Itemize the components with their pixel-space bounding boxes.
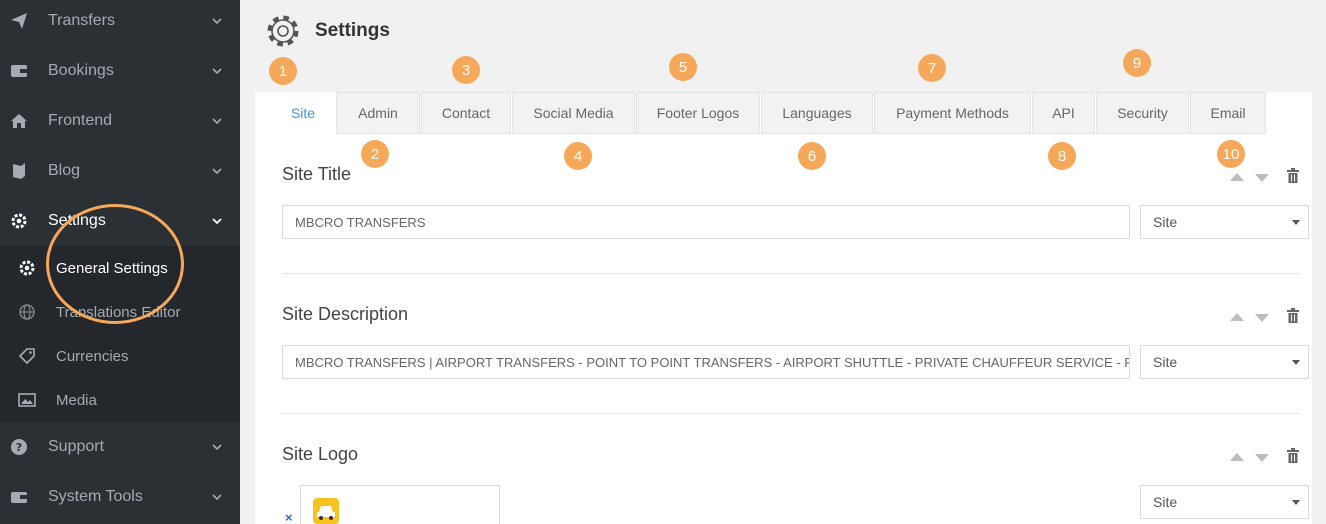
chevron-down-icon [212,444,222,451]
gear-icon [10,212,28,230]
gear-icon [267,15,299,47]
caret-down-icon [1292,220,1300,225]
page-title: Settings [315,20,390,41]
trash-icon[interactable] [1286,308,1300,323]
gear-icon [18,259,36,277]
sidebar-item-blog[interactable]: Blog [0,146,240,196]
sidebar-item-general-settings[interactable]: General Settings [0,246,240,290]
select-value: Site [1153,214,1178,230]
settings-submenu: General Settings Translations Editor Cur… [0,246,240,422]
move-down-icon[interactable] [1255,314,1269,322]
select-value: Site [1153,354,1178,370]
book-icon [10,162,28,180]
car-logo-icon [313,498,339,524]
sidebar-item-settings[interactable]: Settings [0,196,240,246]
chevron-down-icon [212,68,222,75]
svg-text:?: ? [16,441,22,454]
sidebar-item-currencies[interactable]: Currencies [0,334,240,378]
step-badge: 2 [361,140,389,168]
tab-footer-logos[interactable]: Footer Logos [636,92,760,134]
sidebar-item-label: Settings [48,212,106,229]
sidebar-item-translations-editor[interactable]: Translations Editor [0,290,240,334]
sidebar-item-media[interactable]: Media [0,378,240,422]
tab-site[interactable]: Site [271,92,335,134]
sidebar-item-label: Transfers [48,12,115,29]
sidebar-item-label: Translations Editor [56,303,181,321]
chevron-down-icon [212,494,222,501]
site-title-scope-select[interactable]: Site [1140,205,1309,239]
chevron-down-icon [212,18,222,25]
chevron-down-icon [212,218,222,225]
toolbox-icon [10,488,28,506]
divider [282,413,1300,414]
sidebar-item-transfers[interactable]: Transfers [0,0,240,46]
site-logo-scope-select[interactable]: Site [1140,485,1309,519]
tag-icon [18,347,36,365]
site-description-scope-select[interactable]: Site [1140,345,1309,379]
trash-icon[interactable] [1286,168,1300,183]
step-badge: 8 [1048,142,1076,170]
globe-icon [18,303,36,321]
step-badge: 7 [918,54,946,82]
caret-down-icon [1292,360,1300,365]
remove-logo-button[interactable]: × [285,510,293,524]
move-up-icon[interactable] [1230,453,1244,461]
step-badge: 1 [269,57,297,85]
settings-card [255,92,1312,524]
step-badge: 10 [1217,140,1245,168]
tab-admin[interactable]: Admin [336,92,420,134]
sidebar-item-frontend[interactable]: Frontend [0,96,240,146]
chevron-down-icon [212,168,222,175]
divider [282,273,1300,274]
tab-security[interactable]: Security [1096,92,1189,134]
step-badge: 3 [452,56,480,84]
step-badge: 6 [798,142,826,170]
select-value: Site [1153,494,1178,510]
sidebar-item-label: System Tools [48,488,143,505]
site-logo-label: Site Logo [282,444,359,464]
sidebar-item-label: Support [48,438,105,455]
site-description-input[interactable]: MBCRO TRANSFERS | AIRPORT TRANSFERS - PO… [282,345,1130,379]
home-icon [10,112,28,130]
sidebar: Transfers Bookings Frontend Blog Setting… [0,0,240,524]
step-badge: 9 [1123,49,1151,77]
tab-contact[interactable]: Contact [421,92,511,134]
move-up-icon[interactable] [1230,313,1244,321]
sidebar-item-label: General Settings [56,259,168,277]
tab-languages[interactable]: Languages [761,92,873,134]
tab-social-media[interactable]: Social Media [512,92,635,134]
step-badge: 4 [564,142,592,170]
tab-email[interactable]: Email [1190,92,1266,134]
trash-icon[interactable] [1286,448,1300,463]
site-title-input[interactable]: MBCRO TRANSFERS [282,205,1130,239]
step-badge: 5 [669,53,697,81]
move-down-icon[interactable] [1255,174,1269,182]
move-up-icon[interactable] [1230,173,1244,181]
sidebar-item-system-tools[interactable]: System Tools [0,472,240,522]
sidebar-item-label: Bookings [48,62,114,79]
tab-payment-methods[interactable]: Payment Methods [874,92,1031,134]
sidebar-item-bookings[interactable]: Bookings [0,46,240,96]
site-title-label: Site Title [282,164,352,184]
image-icon [18,391,36,409]
paper-plane-icon [10,12,28,30]
sidebar-item-label: Media [56,391,97,409]
sidebar-item-support[interactable]: ? Support [0,422,240,472]
tab-api[interactable]: API [1032,92,1095,134]
sidebar-item-label: Frontend [48,112,113,129]
sidebar-item-label: Currencies [56,347,129,365]
wallet-icon [10,62,28,80]
move-down-icon[interactable] [1255,454,1269,462]
question-icon: ? [10,438,28,456]
chevron-down-icon [212,118,222,125]
caret-down-icon [1292,500,1300,505]
site-description-label: Site Description [282,304,409,324]
sidebar-item-label: Blog [48,162,81,179]
